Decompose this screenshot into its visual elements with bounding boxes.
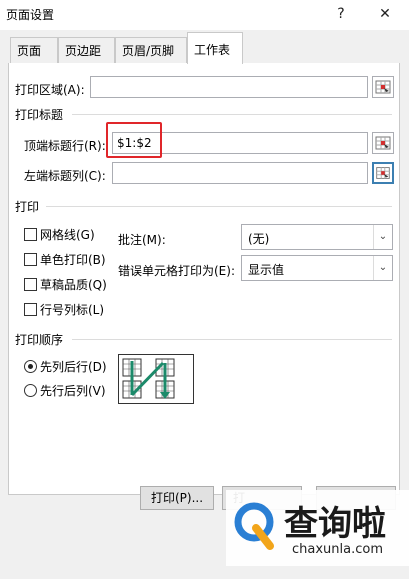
rows-select-range-button[interactable] xyxy=(372,132,394,154)
group-divider xyxy=(46,206,392,207)
print-area-label: 打印区域(A): xyxy=(15,83,85,97)
draft-quality-label: 草稿品质(Q) xyxy=(40,278,107,292)
print-button[interactable]: 打印(P)... xyxy=(140,486,214,510)
page-order-group-label: 打印顺序 xyxy=(15,333,64,347)
gridlines-label: 网格线(G) xyxy=(40,228,95,242)
black-and-white-checkbox[interactable] xyxy=(24,253,37,266)
comments-value: (无) xyxy=(248,232,270,246)
print-group-label: 打印 xyxy=(15,200,40,214)
highlight-box xyxy=(106,122,162,158)
watermark-site: chaxunla.com xyxy=(292,542,383,557)
columns-to-repeat-input[interactable] xyxy=(112,162,368,184)
row-col-headings-label: 行号列标(L) xyxy=(40,303,105,317)
cell-errors-value: 显示值 xyxy=(248,263,285,277)
dialog-title: 页面设置 xyxy=(6,8,55,22)
gridlines-checkbox[interactable] xyxy=(24,228,37,241)
over-then-down-label: 先行后列(V) xyxy=(40,384,106,398)
print-area-input[interactable] xyxy=(90,76,368,98)
range-select-icon xyxy=(376,167,390,179)
over-then-down-radio[interactable] xyxy=(24,384,37,397)
down-then-over-label: 先列后行(D) xyxy=(40,360,107,374)
chevron-down-icon: ⌄ xyxy=(373,256,392,280)
tab-sheet[interactable]: 工作表 xyxy=(187,32,243,64)
range-select-icon xyxy=(375,136,391,150)
row-col-headings-checkbox[interactable] xyxy=(24,303,37,316)
print-titles-group-label: 打印标题 xyxy=(15,108,64,122)
draft-quality-checkbox[interactable] xyxy=(24,278,37,291)
black-and-white-label: 单色打印(B) xyxy=(40,253,106,267)
range-select-icon xyxy=(375,80,391,94)
close-button[interactable]: ✕ xyxy=(370,2,400,26)
tab-page[interactable]: 页面 xyxy=(10,37,58,63)
columns-select-range-button[interactable] xyxy=(372,162,394,184)
down-then-over-radio[interactable] xyxy=(24,360,37,373)
watermark-brand: 查询啦 xyxy=(284,504,386,544)
group-divider xyxy=(72,339,392,340)
print-area-select-range-button[interactable] xyxy=(372,76,394,98)
cell-errors-label: 错误单元格打印为(E): xyxy=(118,264,235,278)
watermark: 查询啦 chaxunla.com xyxy=(226,490,409,566)
rows-to-repeat-label: 顶端标题行(R): xyxy=(24,139,106,153)
tab-header-footer[interactable]: 页眉/页脚 xyxy=(115,37,187,63)
watermark-logo-icon xyxy=(234,502,274,550)
comments-select[interactable]: (无) ⌄ xyxy=(241,224,393,250)
chevron-down-icon: ⌄ xyxy=(373,225,392,249)
help-button[interactable]: ? xyxy=(326,2,356,26)
page-order-preview xyxy=(118,354,194,404)
columns-to-repeat-label: 左端标题列(C): xyxy=(24,169,106,183)
group-divider xyxy=(72,114,392,115)
tab-margins[interactable]: 页边距 xyxy=(58,37,115,63)
page-order-preview-icon xyxy=(122,358,175,399)
comments-label: 批注(M): xyxy=(118,233,166,247)
cell-errors-select[interactable]: 显示值 ⌄ xyxy=(241,255,393,281)
